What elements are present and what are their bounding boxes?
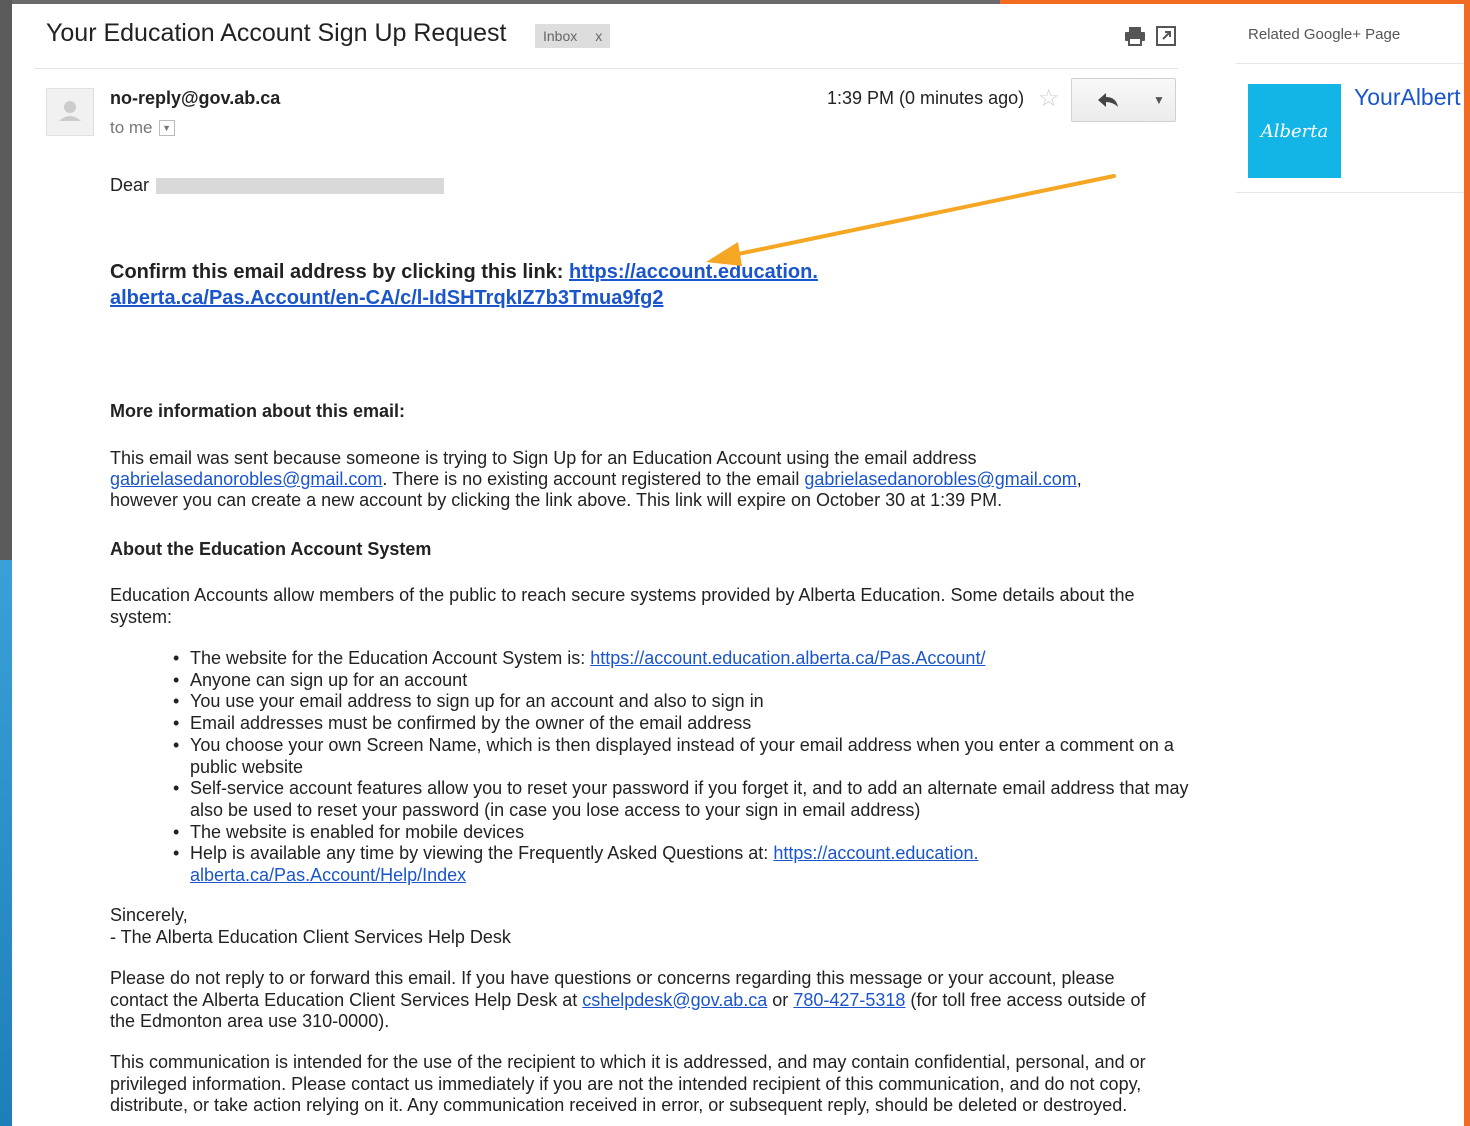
panel-divider: [1236, 192, 1464, 193]
bullet-text: The website for the Education Account Sy…: [190, 648, 591, 668]
header-divider: [34, 68, 1178, 69]
list-item: The website for the Education Account Sy…: [173, 648, 1190, 670]
info-text-b: . There is no existing account registere…: [382, 469, 805, 489]
list-item: Self-service account features allow you …: [173, 778, 1190, 821]
confirm-link-part2[interactable]: alberta.ca/Pas.Account/en-CA/c/l-IdSHTrq…: [110, 287, 663, 309]
message-actions: [1124, 26, 1176, 46]
reply-icon: [1098, 93, 1118, 107]
reply-button[interactable]: [1071, 78, 1145, 122]
helpdesk-phone-link[interactable]: 780-427-5318: [793, 990, 905, 1010]
show-details-icon[interactable]: ▼: [158, 120, 175, 136]
backdrop-left-accent: [0, 560, 12, 1126]
list-item: Help is available any time by viewing th…: [173, 843, 1190, 886]
list-item: The website is enabled for mobile device…: [173, 822, 1190, 844]
list-item: You choose your own Screen Name, which i…: [173, 735, 1190, 778]
signoff-text: Sincerely,: [110, 905, 188, 925]
panel-divider: [1236, 63, 1464, 64]
list-item: Email addresses must be confirmed by the…: [173, 713, 1190, 735]
website-link[interactable]: https://account.education.alberta.ca/Pas…: [590, 648, 985, 668]
info-email-link-1[interactable]: gabrielasedanorobles@gmail.com: [110, 469, 382, 489]
contact-paragraph: Please do not reply to or forward this e…: [110, 968, 1170, 1033]
sender-address[interactable]: no-reply@gov.ab.ca: [110, 88, 280, 109]
recipient-text: to me: [110, 118, 153, 137]
print-icon[interactable]: [1124, 26, 1145, 46]
inbox-label-chip[interactable]: Inbox x: [535, 24, 611, 48]
signature: - The Alberta Education Client Services …: [110, 927, 511, 947]
confirm-link-part1[interactable]: https://account.education.: [569, 261, 818, 283]
details-list: The website for the Education Account Sy…: [110, 648, 1190, 887]
more-info-heading: More information about this email:: [110, 401, 406, 421]
google-plus-page-link[interactable]: YourAlbert: [1354, 84, 1464, 111]
confirm-paragraph: Confirm this email address by clicking t…: [110, 259, 1170, 311]
help-link-part1[interactable]: https://account.education.: [773, 843, 978, 863]
info-paragraph: This email was sent because someone is t…: [110, 448, 1082, 510]
helpdesk-email-link[interactable]: cshelpdesk@gov.ab.ca: [582, 990, 767, 1010]
sender-avatar[interactable]: [46, 88, 94, 136]
label-text: Inbox: [543, 28, 578, 44]
about-paragraph: Education Accounts allow members of the …: [110, 585, 1135, 627]
side-panel: Related Google+ Page Alberta YourAlbert: [1236, 4, 1464, 1126]
greeting: Dear: [110, 174, 1170, 196]
chevron-down-icon: ▼: [1153, 93, 1165, 107]
more-options-button[interactable]: ▼: [1143, 78, 1176, 122]
info-email-link-2[interactable]: gabrielasedanorobles@gmail.com: [804, 469, 1076, 489]
email-subject: Your Education Account Sign Up Request: [46, 19, 507, 47]
email-view: Your Education Account Sign Up Request I…: [12, 4, 1222, 1126]
info-text-c: however you can create a new account by …: [110, 490, 1003, 510]
greeting-text: Dear: [110, 175, 150, 195]
about-heading: About the Education Account System: [110, 539, 432, 559]
confirm-text: Confirm this email address by clicking t…: [110, 261, 570, 283]
list-item: You use your email address to sign up fo…: [173, 691, 1190, 713]
help-link-part2[interactable]: alberta.ca/Pas.Account/Help/Index: [190, 865, 466, 885]
contact-or: or: [767, 989, 794, 1010]
alberta-logo[interactable]: Alberta: [1248, 84, 1341, 178]
star-icon[interactable]: ☆: [1038, 84, 1060, 113]
signoff: Sincerely, - The Alberta Education Clien…: [110, 904, 1170, 948]
recipient-line: to me ▼: [110, 118, 175, 138]
person-icon: [59, 101, 81, 121]
new-window-icon[interactable]: [1156, 26, 1176, 46]
disclaimer-paragraph: This communication is intended for the u…: [110, 1052, 1146, 1115]
panel-heading: Related Google+ Page: [1248, 26, 1401, 43]
remove-label-button[interactable]: x: [595, 28, 602, 44]
bullet-text: Help is available any time by viewing th…: [190, 843, 774, 864]
list-item: Anyone can sign up for an account: [173, 670, 1190, 692]
backdrop-right: [1464, 0, 1470, 1126]
redacted-email: [156, 178, 445, 195]
info-text-a: This email was sent because someone is t…: [110, 448, 977, 468]
email-timestamp: 1:39 PM (0 minutes ago): [827, 88, 1025, 108]
